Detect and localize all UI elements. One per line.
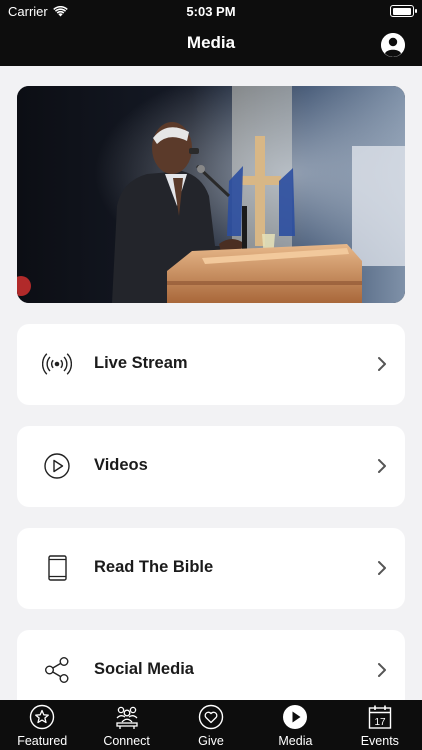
chevron-right-icon bbox=[378, 357, 386, 371]
chevron-right-icon bbox=[378, 459, 386, 473]
tab-connect-label: Connect bbox=[103, 734, 150, 748]
read-the-bible-label: Read The Bible bbox=[94, 558, 214, 576]
play-circle-icon bbox=[44, 453, 70, 479]
tab-featured[interactable]: Featured bbox=[0, 700, 84, 750]
social-media-card[interactable]: Social Media bbox=[17, 630, 405, 711]
star-icon bbox=[30, 704, 55, 730]
tab-events[interactable]: 17 Events bbox=[338, 700, 422, 750]
videos-label: Videos bbox=[94, 456, 148, 474]
tab-bar: Featured Connect Give Media 17 Events bbox=[0, 700, 422, 750]
live-stream-card[interactable]: Live Stream bbox=[17, 324, 405, 405]
tab-give[interactable]: Give bbox=[169, 700, 253, 750]
tab-connect[interactable]: Connect bbox=[84, 700, 168, 750]
tab-media[interactable]: Media bbox=[253, 700, 337, 750]
live-stream-label: Live Stream bbox=[94, 354, 188, 372]
tab-events-label: Events bbox=[360, 734, 399, 748]
people-icon bbox=[115, 706, 138, 729]
heart-icon bbox=[198, 704, 224, 730]
calendar-icon: 17 bbox=[368, 705, 392, 729]
chevron-right-icon bbox=[378, 561, 386, 575]
status-bar: Carrier 5:03 PM bbox=[0, 0, 422, 22]
page-title: Media bbox=[186, 33, 236, 52]
tab-give-label: Give bbox=[198, 734, 224, 748]
tab-featured-label: Featured bbox=[17, 734, 68, 748]
play-icon bbox=[283, 705, 308, 729]
chevron-right-icon bbox=[378, 663, 386, 677]
clock: 5:03 PM bbox=[186, 4, 236, 19]
book-icon bbox=[48, 555, 67, 581]
calendar-day-number: 17 bbox=[374, 717, 386, 728]
read-the-bible-card[interactable]: Read The Bible bbox=[17, 528, 405, 609]
profile-icon[interactable] bbox=[381, 33, 405, 57]
social-media-label: Social Media bbox=[94, 660, 194, 678]
videos-card[interactable]: Videos bbox=[17, 426, 405, 507]
broadcast-icon bbox=[42, 353, 72, 375]
battery-icon bbox=[390, 5, 417, 17]
share-icon bbox=[45, 657, 69, 684]
tab-media-label: Media bbox=[278, 734, 313, 748]
hero-image-preacher bbox=[17, 86, 405, 303]
navigation-bar: Carrier 5:03 PM Media bbox=[0, 0, 422, 66]
